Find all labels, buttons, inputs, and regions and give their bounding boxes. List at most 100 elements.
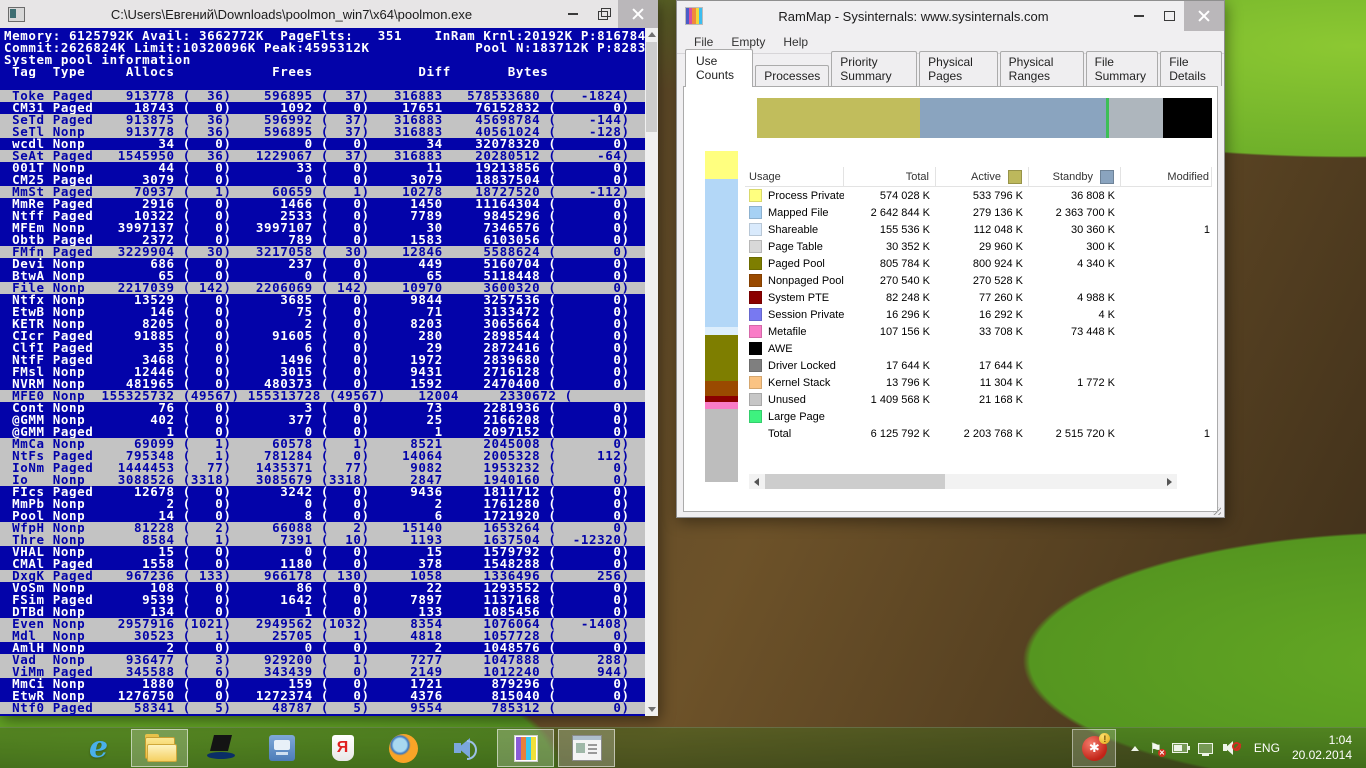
rammap-minimize-button[interactable] xyxy=(1124,1,1154,31)
usage-color-swatch xyxy=(749,206,762,219)
pool-tag-row: MmCi Nonp 1880 ( 0) 159 ( 0) 1721 879296… xyxy=(0,678,645,690)
table-row[interactable]: Large Page xyxy=(745,408,1212,425)
table-horizontal-scrollbar[interactable] xyxy=(749,474,1177,489)
rammap-close-button[interactable] xyxy=(1184,1,1224,31)
usage-name: Paged Pool xyxy=(768,258,825,270)
tab-physical-ranges[interactable]: Physical Ranges xyxy=(1000,51,1084,86)
internet-explorer-icon: e xyxy=(89,734,108,762)
tab-use-counts[interactable]: Use Counts xyxy=(685,49,753,87)
taskbar-button-blue-app[interactable] xyxy=(253,729,310,767)
total-cell: 270 540 K xyxy=(844,275,936,287)
table-row[interactable]: Unused1 409 568 K21 168 K xyxy=(745,391,1212,408)
console-scrollbar[interactable] xyxy=(645,28,658,716)
table-row[interactable]: Paged Pool805 784 K800 924 K4 340 K xyxy=(745,255,1212,272)
antivirus-tray-icon[interactable]: ✱ ! xyxy=(1072,729,1116,767)
total-cell: 6 125 792 K xyxy=(844,428,936,440)
menu-item-help[interactable]: Help xyxy=(774,33,817,51)
rammap-tabs: Use CountsProcessesPriority SummaryPhysi… xyxy=(677,62,1224,86)
usage-color-swatch xyxy=(749,325,762,338)
console-body: Memory: 6125792K Avail: 3662772K PageFlt… xyxy=(0,28,658,716)
table-row[interactable]: AWE xyxy=(745,340,1212,357)
taskbar-button-volume-app[interactable] xyxy=(436,729,493,767)
taskbar-button-internet-explorer[interactable]: e xyxy=(70,729,127,767)
scroll-down-arrow[interactable] xyxy=(645,703,658,716)
column-header-total[interactable]: Total xyxy=(844,167,936,186)
column-header-standby[interactable]: Standby xyxy=(1029,167,1121,186)
volume-button[interactable] xyxy=(1223,740,1241,756)
usage-name: Shareable xyxy=(768,224,818,236)
usage-color-swatch xyxy=(749,223,762,236)
action-center-button[interactable]: ⚑ ✕ xyxy=(1149,741,1162,755)
pool-tag-row: CIcr Paged 91885 ( 0) 91605 ( 0) 280 289… xyxy=(0,330,645,342)
pool-tag-row: ViMm Paged 345588 ( 6) 343439 ( 0) 2149 … xyxy=(0,666,645,678)
clock-date: 20.02.2014 xyxy=(1292,748,1352,763)
usage-bar-segment-black xyxy=(1163,98,1212,138)
pool-tag-row: File Nonp 2217039 ( 142) 2206069 ( 142) … xyxy=(0,282,645,294)
standby-cell: 4 K xyxy=(1029,309,1121,321)
power-button[interactable] xyxy=(1172,743,1188,753)
pool-tag-row: CM31 Paged 18743 ( 0) 1092 ( 0) 17651 76… xyxy=(0,102,645,114)
table-row[interactable]: Driver Locked17 644 K17 644 K xyxy=(745,357,1212,374)
pool-tag-row: Ntfx Nonp 13529 ( 0) 3685 ( 0) 9844 3257… xyxy=(0,294,645,306)
usage-cell: Unused xyxy=(745,393,844,406)
rammap-titlebar[interactable]: RamMap - Sysinternals: www.sysinternals.… xyxy=(677,1,1224,31)
language-indicator[interactable]: ENG xyxy=(1254,741,1280,755)
scroll-up-arrow[interactable] xyxy=(645,28,658,41)
table-row[interactable]: Nonpaged Pool270 540 K270 528 K xyxy=(745,272,1212,289)
usage-name: AWE xyxy=(768,343,793,355)
table-row[interactable]: Page Table30 352 K29 960 K300 K xyxy=(745,238,1212,255)
pool-tag-row: Pool Nonp 14 ( 0) 8 ( 0) 6 1721920 ( 0) xyxy=(0,510,645,522)
standby-cell: 4 340 K xyxy=(1029,258,1121,270)
rammap-maximize-button[interactable] xyxy=(1154,1,1184,31)
up-arrow-icon xyxy=(648,32,656,37)
tab-physical-pages[interactable]: Physical Pages xyxy=(919,51,998,86)
taskbar-button-file-explorer[interactable] xyxy=(131,729,188,767)
taskbar-button-poolmon-console[interactable] xyxy=(558,729,615,767)
clock[interactable]: 1:04 20.02.2014 xyxy=(1292,733,1352,763)
usage-cell: Total xyxy=(745,427,844,440)
console-titlebar[interactable]: C:\Users\Евгений\Downloads\poolmon_win7\… xyxy=(0,0,658,28)
minimize-icon xyxy=(1134,15,1144,17)
tab-processes[interactable]: Processes xyxy=(755,65,829,86)
yandex-browser-icon: Я xyxy=(332,735,354,761)
table-row[interactable]: Total6 125 792 K2 203 768 K2 515 720 K1 xyxy=(745,425,1212,442)
hscroll-thumb[interactable] xyxy=(765,474,945,489)
column-header-usage[interactable]: Usage xyxy=(745,167,844,186)
table-row[interactable]: System PTE82 248 K77 260 K4 988 K xyxy=(745,289,1212,306)
pool-tag-row: MmPb Nonp 2 ( 0) 0 ( 0) 2 1761280 ( 0) xyxy=(0,498,645,510)
taskbar-button-yandex-browser[interactable]: Я xyxy=(314,729,371,767)
console-close-button[interactable] xyxy=(618,0,658,28)
network-button[interactable] xyxy=(1198,743,1213,754)
show-hidden-icons-button[interactable] xyxy=(1131,746,1139,751)
usage-color-swatch xyxy=(749,410,762,423)
pool-tag-row: MFE0 Nonp 155325732 (49567) 155313728 (4… xyxy=(0,390,645,402)
tab-priority-summary[interactable]: Priority Summary xyxy=(831,51,917,86)
pool-tag-row: 001T Nonp 44 ( 0) 33 ( 0) 11 19213856 ( … xyxy=(0,162,645,174)
column-header-active[interactable]: Active xyxy=(936,167,1029,186)
taskbar-button-laptop-app[interactable] xyxy=(192,729,249,767)
standby-color-swatch xyxy=(1100,170,1114,184)
pool-tag-row: FIcs Paged 12678 ( 0) 3242 ( 0) 9436 181… xyxy=(0,486,645,498)
table-row[interactable]: Session Private16 296 K16 292 K4 K xyxy=(745,306,1212,323)
usage-color-swatch xyxy=(749,376,762,389)
scroll-left-arrow[interactable] xyxy=(749,474,764,489)
rammap-window-title: RamMap - Sysinternals: www.sysinternals.… xyxy=(703,9,1124,24)
active-cell: 77 260 K xyxy=(936,292,1029,304)
taskbar-button-rammap-app[interactable] xyxy=(497,729,554,767)
table-row[interactable]: Mapped File2 642 844 K279 136 K2 363 700… xyxy=(745,204,1212,221)
taskbar-button-firefox-browser[interactable] xyxy=(375,729,432,767)
table-row[interactable]: Process Private574 028 K533 796 K36 808 … xyxy=(745,187,1212,204)
desktop: C:\Users\Евгений\Downloads\poolmon_win7\… xyxy=(0,0,1366,768)
table-row[interactable]: Kernel Stack13 796 K11 304 K1 772 K xyxy=(745,374,1212,391)
tab-file-summary[interactable]: File Summary xyxy=(1086,51,1159,86)
table-row[interactable]: Metafile107 156 K33 708 K73 448 K xyxy=(745,323,1212,340)
console-minimize-button[interactable] xyxy=(558,0,588,28)
pool-tag-row: Even Nonp 2957916 (1021) 2949562 (1032) … xyxy=(0,618,645,630)
scroll-right-arrow[interactable] xyxy=(1162,474,1177,489)
system-tray: ✱ ! ⚑ ✕ ENG 1:04 20.02.2014 xyxy=(1072,728,1366,768)
tab-file-details[interactable]: File Details xyxy=(1160,51,1222,86)
column-header-modified[interactable]: Modified xyxy=(1121,167,1212,186)
console-restore-button[interactable] xyxy=(588,0,618,28)
table-row[interactable]: Shareable155 536 K112 048 K30 360 K1 xyxy=(745,221,1212,238)
console-scroll-thumb[interactable] xyxy=(646,42,657,132)
